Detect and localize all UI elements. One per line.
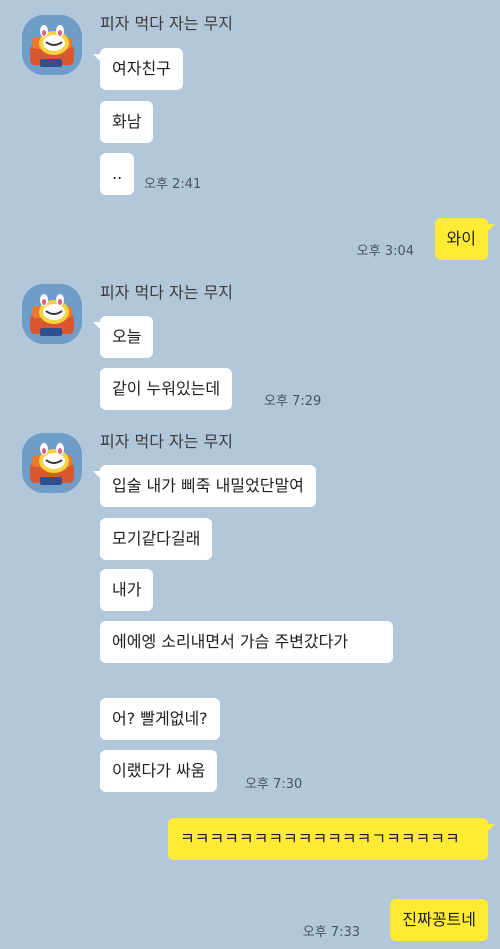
message-time: 오후 7:30 <box>245 777 303 792</box>
message-time: 오후 7:29 <box>264 394 322 409</box>
message-bubble[interactable]: 이랬다가 싸움 <box>100 750 218 792</box>
message-time: 오후 7:33 <box>302 925 360 940</box>
muzi-avatar-icon[interactable] <box>22 15 82 75</box>
sender-name: 피자 먹다 자는 무지 <box>100 14 234 33</box>
message-bubble[interactable]: 여자친구 <box>93 48 183 90</box>
message-time: 오후 3:04 <box>356 244 414 259</box>
message-bubble[interactable]: 화남 <box>100 101 154 143</box>
message-bubble[interactable]: 같이 누워있는데 <box>100 368 233 410</box>
message-bubble[interactable]: 에에엥 소리내면서 가슴 주변갔다가 <box>100 621 393 663</box>
message-bubble[interactable]: 오늘 <box>92 316 154 358</box>
outgoing-message-bubble[interactable]: 와이 <box>434 218 496 260</box>
outgoing-message-bubble[interactable]: 진짜꽁트네 <box>390 899 488 941</box>
message-bubble[interactable]: 내가 <box>100 569 154 611</box>
outgoing-message-bubble[interactable]: ㅋㅋㅋㅋㅋㅋㅋㅋㅋㅋㅋㅋㅋㄱㅋㅋㅋㅋㅋ <box>168 818 495 860</box>
message-bubble[interactable]: 입술 내가 삐죽 내밀었단말여 <box>93 465 316 507</box>
chat-room: 피자 먹다 자는 무지 여자친구 화남 .. 오후 2:41 오후 3:04 와… <box>0 0 500 949</box>
message-time: 오후 2:41 <box>144 177 202 192</box>
muzi-avatar-icon[interactable] <box>22 433 82 493</box>
message-bubble[interactable]: 어? 빨게없네? <box>100 698 220 740</box>
message-bubble[interactable]: .. <box>100 153 135 195</box>
sender-name: 피자 먹다 자는 무지 <box>100 283 234 302</box>
sender-name: 피자 먹다 자는 무지 <box>100 432 234 451</box>
muzi-avatar-icon[interactable] <box>22 284 82 344</box>
message-bubble[interactable]: 모기같다길래 <box>100 518 213 560</box>
